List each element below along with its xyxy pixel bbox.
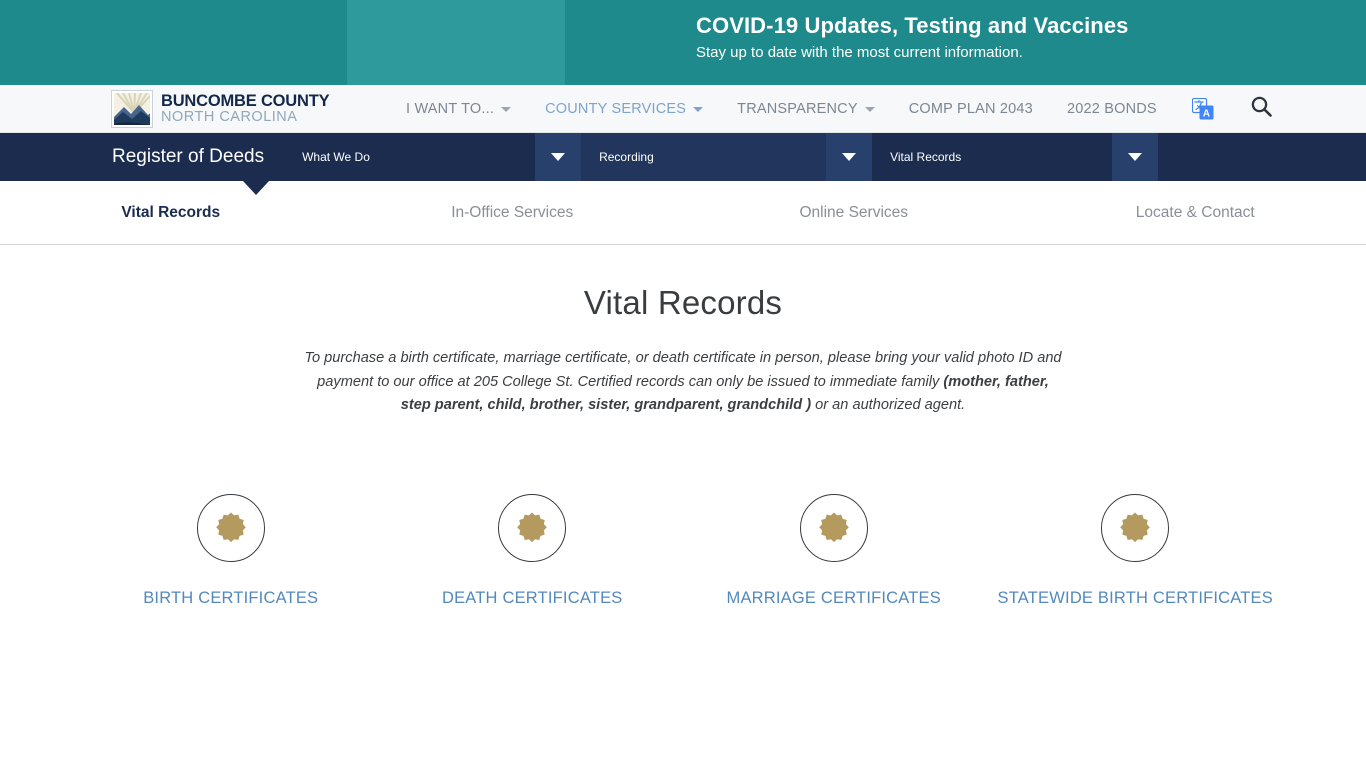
healthcare-workers-illustration xyxy=(275,0,565,85)
certificate-seal-icon xyxy=(196,493,265,562)
breadcrumb-level-recording[interactable]: Recording xyxy=(581,133,827,181)
nav-item-label: TRANSPARENCY xyxy=(737,101,858,117)
certificate-tiles: BIRTH CERTIFICATES DEATH CERTIFICATES MA… xyxy=(0,493,1366,613)
tile-label: STATEWIDE BIRTH CERTIFICATES xyxy=(997,588,1273,607)
breadcrumb-department[interactable]: Register of Deeds xyxy=(0,133,282,181)
breadcrumb-level-vital-records[interactable]: Vital Records xyxy=(872,133,1113,181)
section-tabs: Vital Records In-Office Services Online … xyxy=(0,181,1366,245)
caret-down-icon xyxy=(1128,153,1143,161)
caret-down-icon xyxy=(842,153,857,161)
nav-links: I WANT TO... COUNTY SERVICES TRANSPARENC… xyxy=(406,85,1191,133)
covid-banner-title: COVID-19 Updates, Testing and Vaccines xyxy=(696,13,1129,38)
translate-icon[interactable]: A xyxy=(1191,97,1214,120)
nav-item-county-services[interactable]: COUNTY SERVICES xyxy=(545,101,737,117)
tile-label: MARRIAGE CERTIFICATES xyxy=(726,588,941,607)
breadcrumb-label: Recording xyxy=(599,150,654,164)
page-title: Vital Records xyxy=(583,284,783,321)
tile-death-certificates[interactable]: DEATH CERTIFICATES xyxy=(382,493,684,613)
certificate-seal-icon xyxy=(1101,493,1170,562)
caret-down-icon xyxy=(551,153,566,161)
mountain-sunrise-logo-icon xyxy=(111,90,153,128)
breadcrumb-filler xyxy=(1158,133,1366,181)
breadcrumb-label: What We Do xyxy=(302,150,370,164)
certificate-seal-icon xyxy=(799,493,868,562)
tab-locate-contact[interactable]: Locate & Contact xyxy=(1025,204,1366,222)
breadcrumb-dropdown-1[interactable] xyxy=(535,133,582,181)
nav-item-label: 2022 BONDS xyxy=(1066,101,1157,117)
covid-banner-subtitle: Stay up to date with the most current in… xyxy=(696,44,1023,61)
nav-item-comp-plan-2043[interactable]: COMP PLAN 2043 xyxy=(909,101,1067,117)
tab-in-office-services[interactable]: In-Office Services xyxy=(342,204,684,222)
tab-vital-records[interactable]: Vital Records xyxy=(0,204,342,222)
nav-item-label: I WANT TO... xyxy=(406,101,495,117)
main-navigation-bar: BUNCOMBE COUNTY NORTH CAROLINA I WANT TO… xyxy=(0,85,1366,133)
breadcrumb-level-what-we-do[interactable]: What We Do xyxy=(282,133,536,181)
nav-item-2022-bonds[interactable]: 2022 BONDS xyxy=(1067,101,1191,117)
intro-text-part2: or an authorized agent. xyxy=(811,397,966,413)
nav-item-transparency[interactable]: TRANSPARENCY xyxy=(737,101,909,117)
main-content: Vital Records To purchase a birth certif… xyxy=(0,284,1366,613)
site-logo[interactable]: BUNCOMBE COUNTY NORTH CAROLINA xyxy=(111,90,330,128)
svg-text:A: A xyxy=(1203,109,1210,120)
tile-birth-certificates[interactable]: BIRTH CERTIFICATES xyxy=(80,493,382,613)
breadcrumb-dropdown-2[interactable] xyxy=(826,133,873,181)
nav-icon-group: A xyxy=(1191,85,1273,133)
covid-banner[interactable]: COVID-19 Updates, Testing and Vaccines S… xyxy=(0,0,1366,85)
tile-marriage-certificates[interactable]: MARRIAGE CERTIFICATES xyxy=(683,493,985,613)
breadcrumb-label: Vital Records xyxy=(890,150,962,164)
tile-label: BIRTH CERTIFICATES xyxy=(143,588,319,607)
certificate-seal-icon xyxy=(498,493,567,562)
chevron-down-icon xyxy=(693,106,704,112)
breadcrumb-dropdown-3[interactable] xyxy=(1112,133,1159,181)
chevron-down-icon xyxy=(864,106,875,112)
brand-state: NORTH CAROLINA xyxy=(161,109,298,126)
nav-item-label: COMP PLAN 2043 xyxy=(908,101,1033,117)
brand-name: BUNCOMBE COUNTY xyxy=(161,91,330,110)
nav-item-i-want-to[interactable]: I WANT TO... xyxy=(406,101,545,117)
tile-statewide-birth-certificates[interactable]: STATEWIDE BIRTH CERTIFICATES xyxy=(985,493,1287,613)
chevron-down-icon xyxy=(501,106,512,112)
tile-label: DEATH CERTIFICATES xyxy=(441,588,623,607)
page-intro-text: To purchase a birth certificate, marriag… xyxy=(303,347,1063,418)
tab-online-services[interactable]: Online Services xyxy=(683,204,1025,222)
nav-item-label: COUNTY SERVICES xyxy=(545,101,687,117)
search-icon[interactable] xyxy=(1250,95,1273,123)
breadcrumb: Register of Deeds What We Do Recording V… xyxy=(0,133,1366,181)
